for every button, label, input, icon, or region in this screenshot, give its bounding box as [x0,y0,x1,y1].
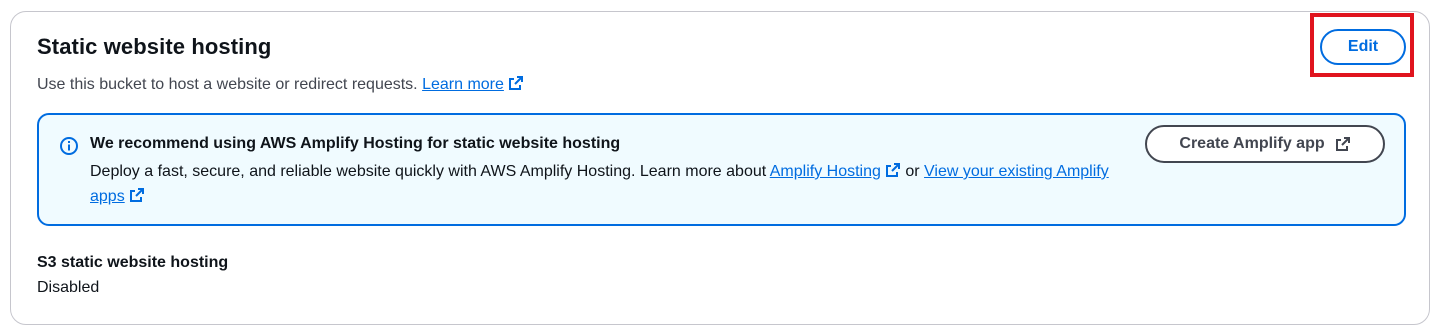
create-amplify-app-button[interactable]: Create Amplify app [1145,125,1385,163]
create-amplify-app-label: Create Amplify app [1179,135,1325,152]
alert-body-text: Deploy a fast, secure, and reliable webs… [90,163,767,180]
external-link-icon [129,188,144,202]
s3-hosting-status: Disabled [37,279,100,296]
description-text: Use this bucket to host a website or red… [37,76,418,93]
s3-hosting-label: S3 static website hosting [37,254,229,271]
edit-button[interactable]: Edit [1320,29,1406,65]
alert-title: We recommend using AWS Amplify Hosting f… [90,135,621,152]
alert-body: Deploy a fast, secure, and reliable webs… [90,159,1130,209]
amplify-info-alert: We recommend using AWS Amplify Hosting f… [37,113,1406,226]
external-link-icon [1335,137,1350,151]
static-website-hosting-panel: Static website hosting Use this bucket t… [10,11,1430,325]
panel-title: Static website hosting [37,34,272,59]
or-text: or [905,163,920,180]
info-icon [60,137,78,155]
external-link-icon [508,76,523,90]
learn-more-link[interactable]: Learn more [422,76,524,93]
external-link-icon [885,163,900,177]
panel-description: Use this bucket to host a website or red… [37,75,524,94]
amplify-hosting-link[interactable]: Amplify Hosting [770,163,901,180]
